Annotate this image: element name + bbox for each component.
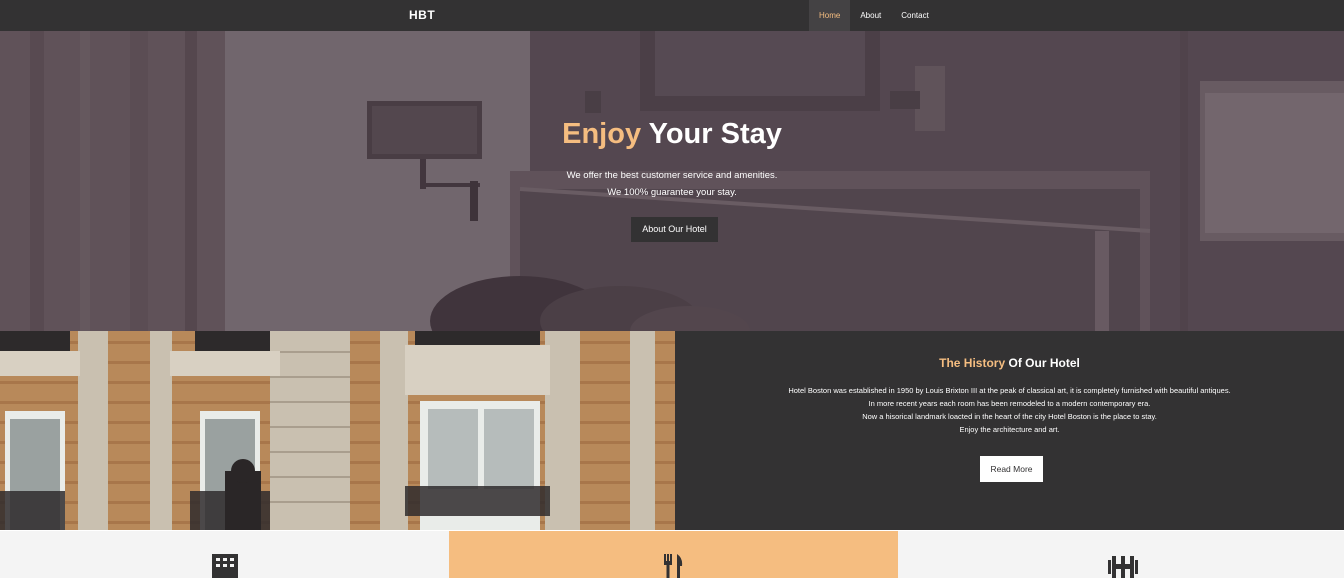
history-section: The History Of Our Hotel Hotel Boston wa… [675, 331, 1344, 530]
building-icon [212, 554, 238, 578]
nav-about[interactable]: About [850, 0, 891, 31]
nav-contact[interactable]: Contact [891, 0, 939, 31]
history-title: The History Of Our Hotel [675, 356, 1344, 370]
building-facade-illustration [0, 331, 675, 530]
history-paragraph-1: Hotel Boston was established in 1950 by … [788, 386, 1231, 395]
nav-menu: Home About Contact [809, 0, 939, 31]
hero-subtitle-line-1: We offer the best customer service and a… [566, 170, 778, 181]
hotel-building-image [0, 331, 675, 530]
history-paragraph-4: Enjoy the architecture and art. [959, 425, 1060, 434]
hero-overlay [0, 31, 1344, 331]
hero-section: Enjoy Your Stay We offer the best custom… [0, 31, 1344, 331]
hero-title-rest: Your Stay [648, 118, 782, 150]
dumbbell-icon [1108, 556, 1138, 578]
hero-title: Enjoy Your Stay [0, 118, 1344, 151]
nav-home[interactable]: Home [809, 0, 851, 31]
history-title-accent: The History [939, 356, 1006, 370]
feature-dining [449, 531, 898, 578]
feature-rooms [0, 531, 449, 578]
read-more-button[interactable]: Read More [980, 456, 1043, 482]
hero-subtitle-line-2: We 100% guarantee your stay. [607, 187, 737, 198]
navbar: HBT Home About Contact [0, 0, 1344, 31]
history-paragraph-3: Now a hisorical landmark loacted in the … [862, 412, 1157, 421]
hero-title-accent: Enjoy [562, 118, 642, 150]
history-paragraph-2: In more recent years each room has been … [868, 399, 1151, 408]
feature-gym [898, 531, 1344, 578]
history-title-rest: Of Our Hotel [1008, 356, 1080, 370]
brand-logo[interactable]: HBT [409, 8, 435, 22]
utensils-icon [664, 554, 683, 578]
about-our-hotel-button[interactable]: About Our Hotel [631, 217, 718, 242]
